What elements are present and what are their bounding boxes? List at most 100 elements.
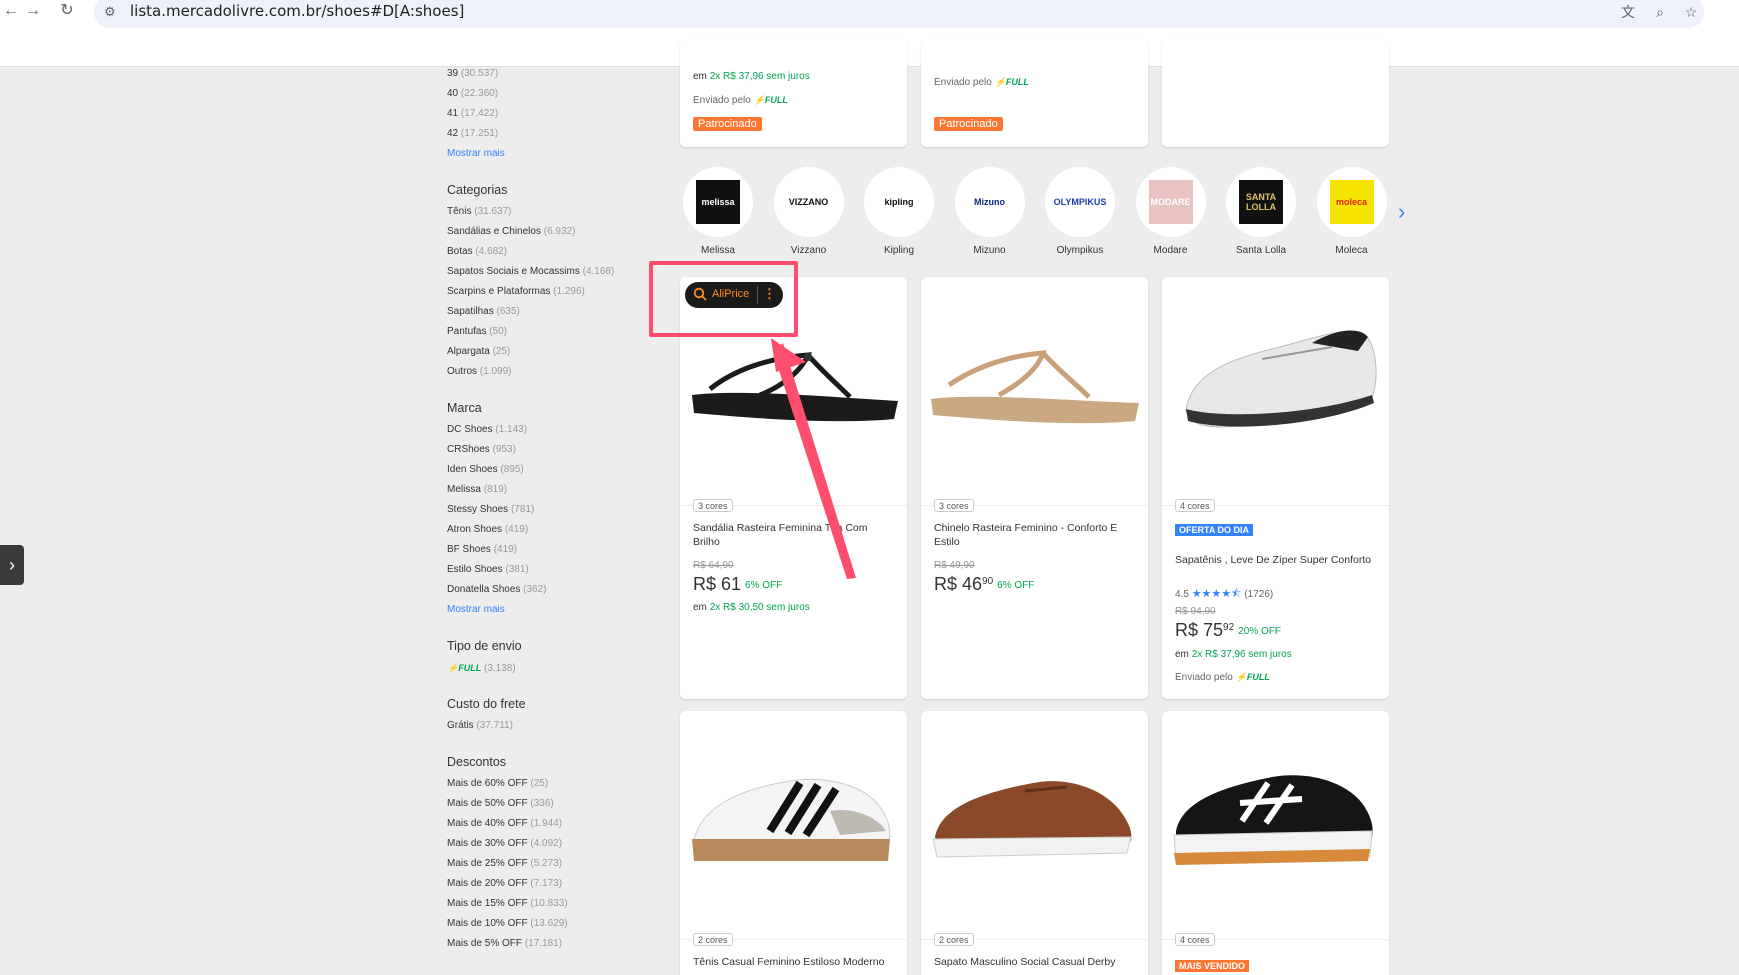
product-card[interactable]: 2 cores Tênis Casual Feminino Estiloso M…: [680, 711, 907, 975]
chevron-right-icon[interactable]: ›: [1398, 199, 1405, 225]
discount-filter-item[interactable]: Mais de 50% OFF (336): [447, 794, 647, 814]
more-options-icon[interactable]: ⋮: [763, 286, 776, 302]
product-card[interactable]: 3 cores Chinelo Rasteira Feminino - Conf…: [921, 277, 1148, 699]
zoom-icon[interactable]: ⌕: [1651, 3, 1669, 21]
brand-logo-circle[interactable]: Mizuno: [954, 167, 1025, 237]
product-card[interactable]: 3 cores Sandália Rasteira Feminina Tira …: [680, 277, 907, 699]
category-filter-item[interactable]: Scarpins e Plataformas (1.296): [447, 282, 647, 302]
filter-count: (362): [523, 584, 547, 595]
product-card-top-2[interactable]: Enviado pelo ⚡FULL Patrocinado: [921, 40, 1148, 147]
brand-name: Santa Lolla: [1235, 245, 1287, 256]
filter-label: Melissa: [447, 484, 481, 495]
brand-logo: VIZZANO: [786, 180, 831, 224]
filter-label: Alpargata: [447, 346, 490, 357]
brand-logo-circle[interactable]: SANTA LOLLA: [1226, 167, 1296, 237]
category-filter-item[interactable]: Sapatilhas (635): [447, 302, 647, 322]
filter-label: BF Shoes: [447, 544, 491, 555]
product-image[interactable]: [921, 277, 1148, 505]
filter-label: 40: [447, 88, 459, 99]
brand-filter-item[interactable]: Iden Shoes (895): [447, 460, 647, 480]
brand-item-moleca[interactable]: moleca Moleca: [1316, 167, 1387, 256]
brand-filter-item[interactable]: BF Shoes (419): [447, 540, 647, 560]
category-filter-item[interactable]: Pantufas (50): [447, 322, 647, 342]
product-image[interactable]: [921, 711, 1148, 939]
filter-count: (31.637): [474, 206, 512, 217]
product-card-top-1[interactable]: em 2x R$ 37,96 sem juros Enviado pelo ⚡F…: [680, 40, 907, 147]
brand-filter-item[interactable]: DC Shoes (1.143): [447, 420, 647, 440]
brand-logo-circle[interactable]: VIZZANO: [773, 167, 844, 237]
discount-filter-item[interactable]: Mais de 20% OFF (7.173): [447, 874, 647, 894]
old-price: R$ 64,90: [693, 560, 734, 571]
product-card[interactable]: 4 cores MAIS VENDIDO: [1162, 711, 1389, 975]
bookmark-star-icon[interactable]: ☆: [1682, 3, 1700, 21]
product-title[interactable]: Chinelo Rasteira Feminino - Conforto E E…: [934, 521, 1134, 549]
brand-item-kipling[interactable]: kipling Kipling: [864, 167, 934, 256]
address-bar[interactable]: ⚙ lista.mercadolivre.com.br/shoes#D[A:sh…: [94, 0, 1704, 28]
size-filter-item[interactable]: 40 (22.360): [447, 84, 647, 104]
brand-logo: melissa: [696, 180, 740, 224]
brand-item-olympikus[interactable]: OLYMPIKUS Olympikus: [1045, 167, 1115, 256]
filter-label: Tênis: [447, 206, 472, 217]
category-filter-item[interactable]: Sandálias e Chinelos (6.932): [447, 222, 647, 242]
brand-filter-item[interactable]: CRShoes (953): [447, 440, 647, 460]
discount-filter-item[interactable]: Mais de 10% OFF (13.629): [447, 914, 647, 934]
brand-logo-circle[interactable]: OLYMPIKUS: [1045, 167, 1115, 237]
reload-icon[interactable]: ↻: [56, 0, 78, 22]
site-info-icon[interactable]: ⚙: [104, 4, 120, 20]
product-card-top-3[interactable]: [1162, 40, 1389, 147]
brand-logo-circle[interactable]: MODARE: [1135, 167, 1206, 237]
product-image[interactable]: [1162, 711, 1389, 939]
product-image[interactable]: [680, 711, 907, 939]
discount-filter-item[interactable]: Mais de 15% OFF (10.833): [447, 894, 647, 914]
brand-filter-item[interactable]: Donatella Shoes (362): [447, 580, 647, 600]
brand-logo-circle[interactable]: melissa: [683, 167, 753, 237]
brand-filter-item[interactable]: Atron Shoes (419): [447, 520, 647, 540]
brand-filter-item[interactable]: Stessy Shoes (781): [447, 500, 647, 520]
filter-count: (4.092): [530, 838, 563, 849]
sponsored-badge: Patrocinado: [934, 117, 1003, 131]
discount-filter-item[interactable]: Mais de 40% OFF (1.944): [447, 814, 647, 834]
discount-filter-item[interactable]: Mais de 25% OFF (5.273): [447, 854, 647, 874]
product-image[interactable]: [1162, 277, 1389, 505]
marca-show-more-link[interactable]: Mostrar mais: [447, 600, 647, 620]
product-title[interactable]: Tênis Casual Feminino Estiloso Moderno: [693, 955, 893, 969]
back-arrow-icon[interactable]: ←: [0, 0, 22, 22]
brand-item-vizzano[interactable]: VIZZANO Vizzano: [773, 167, 844, 256]
category-filter-item[interactable]: Alpargata (25): [447, 342, 647, 362]
product-title[interactable]: Sandália Rasteira Feminina Tira Com Bril…: [693, 521, 893, 549]
brand-item-modare[interactable]: MODARE Modare: [1135, 167, 1206, 256]
envio-full-filter[interactable]: ⚡FULL (3.138): [447, 658, 647, 678]
forward-arrow-icon[interactable]: →: [22, 0, 44, 22]
brand-item-melissa[interactable]: melissa Melissa: [683, 167, 753, 256]
category-filter-item[interactable]: Botas (4.682): [447, 242, 647, 262]
size-filter-item[interactable]: 39 (30.537): [447, 64, 647, 84]
side-panel-toggle[interactable]: ›: [0, 545, 24, 585]
discount-filter-item[interactable]: Mais de 60% OFF (25): [447, 774, 647, 794]
brand-item-santa-lolla[interactable]: SANTA LOLLA Santa Lolla: [1226, 167, 1296, 256]
brand-filter-item[interactable]: Melissa (819): [447, 480, 647, 500]
discount-filter-item[interactable]: Mais de 5% OFF (17.181): [447, 934, 647, 954]
product-card[interactable]: 2 cores Sapato Masculino Social Casual D…: [921, 711, 1148, 975]
brand-logo-circle[interactable]: moleca: [1316, 167, 1387, 237]
translate-icon[interactable]: 文: [1619, 3, 1637, 21]
product-card[interactable]: 4 cores OFERTA DO DIA Sapatênis , Leve D…: [1162, 277, 1389, 699]
product-title[interactable]: Sapato Masculino Social Casual Derby: [934, 955, 1134, 969]
size-filter-item[interactable]: 41 (17.422): [447, 104, 647, 124]
marca-title: Marca: [447, 401, 482, 415]
brand-filter-item[interactable]: Estilo Shoes (381): [447, 560, 647, 580]
deal-badge: OFERTA DO DIA: [1175, 524, 1253, 536]
filter-count: (4.682): [475, 246, 508, 257]
category-filter-item[interactable]: Outros (1.099): [447, 362, 647, 382]
aliprice-button[interactable]: AliPrice ⋮: [685, 282, 783, 308]
filter-count: (781): [510, 504, 535, 515]
frete-gratis-filter[interactable]: Grátis (37.711): [447, 716, 647, 736]
category-filter-item[interactable]: Sapatos Sociais e Mocassims (4.168): [447, 262, 647, 282]
product-title[interactable]: Sapatênis , Leve De Zíper Super Conforto: [1175, 553, 1375, 567]
brand-item-mizuno[interactable]: Mizuno Mizuno: [954, 167, 1025, 256]
brand-name: Olympikus: [1056, 245, 1104, 256]
discount-filter-item[interactable]: Mais de 30% OFF (4.092): [447, 834, 647, 854]
size-filter-item[interactable]: 42 (17.251): [447, 124, 647, 144]
sizes-show-more-link[interactable]: Mostrar mais: [447, 144, 647, 164]
brand-logo-circle[interactable]: kipling: [864, 167, 934, 237]
category-filter-item[interactable]: Tênis (31.637): [447, 202, 647, 222]
